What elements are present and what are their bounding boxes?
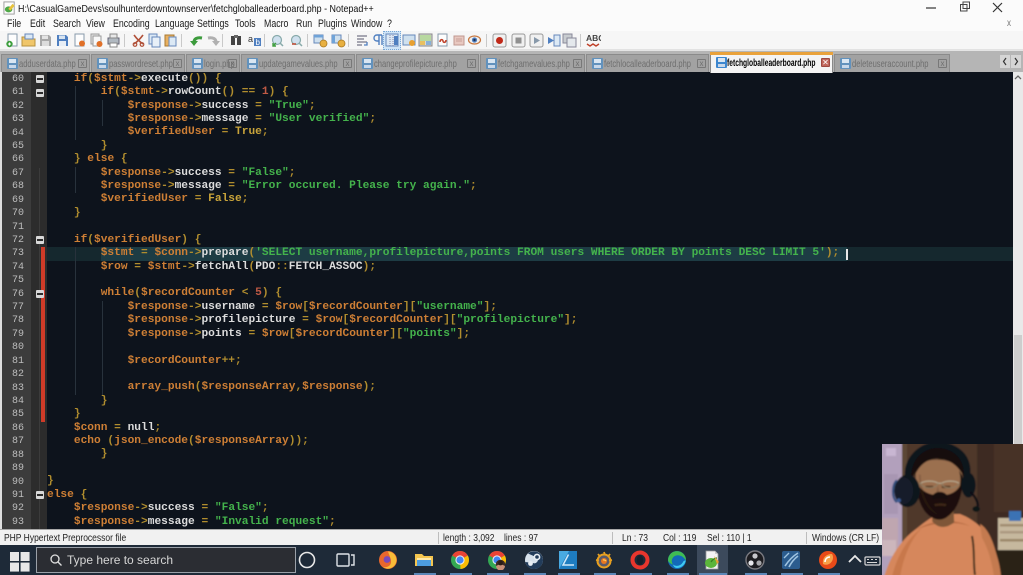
svg-text:ABC: ABC — [586, 33, 601, 43]
svg-text:b: b — [256, 38, 261, 47]
svg-text:a: a — [248, 34, 253, 44]
